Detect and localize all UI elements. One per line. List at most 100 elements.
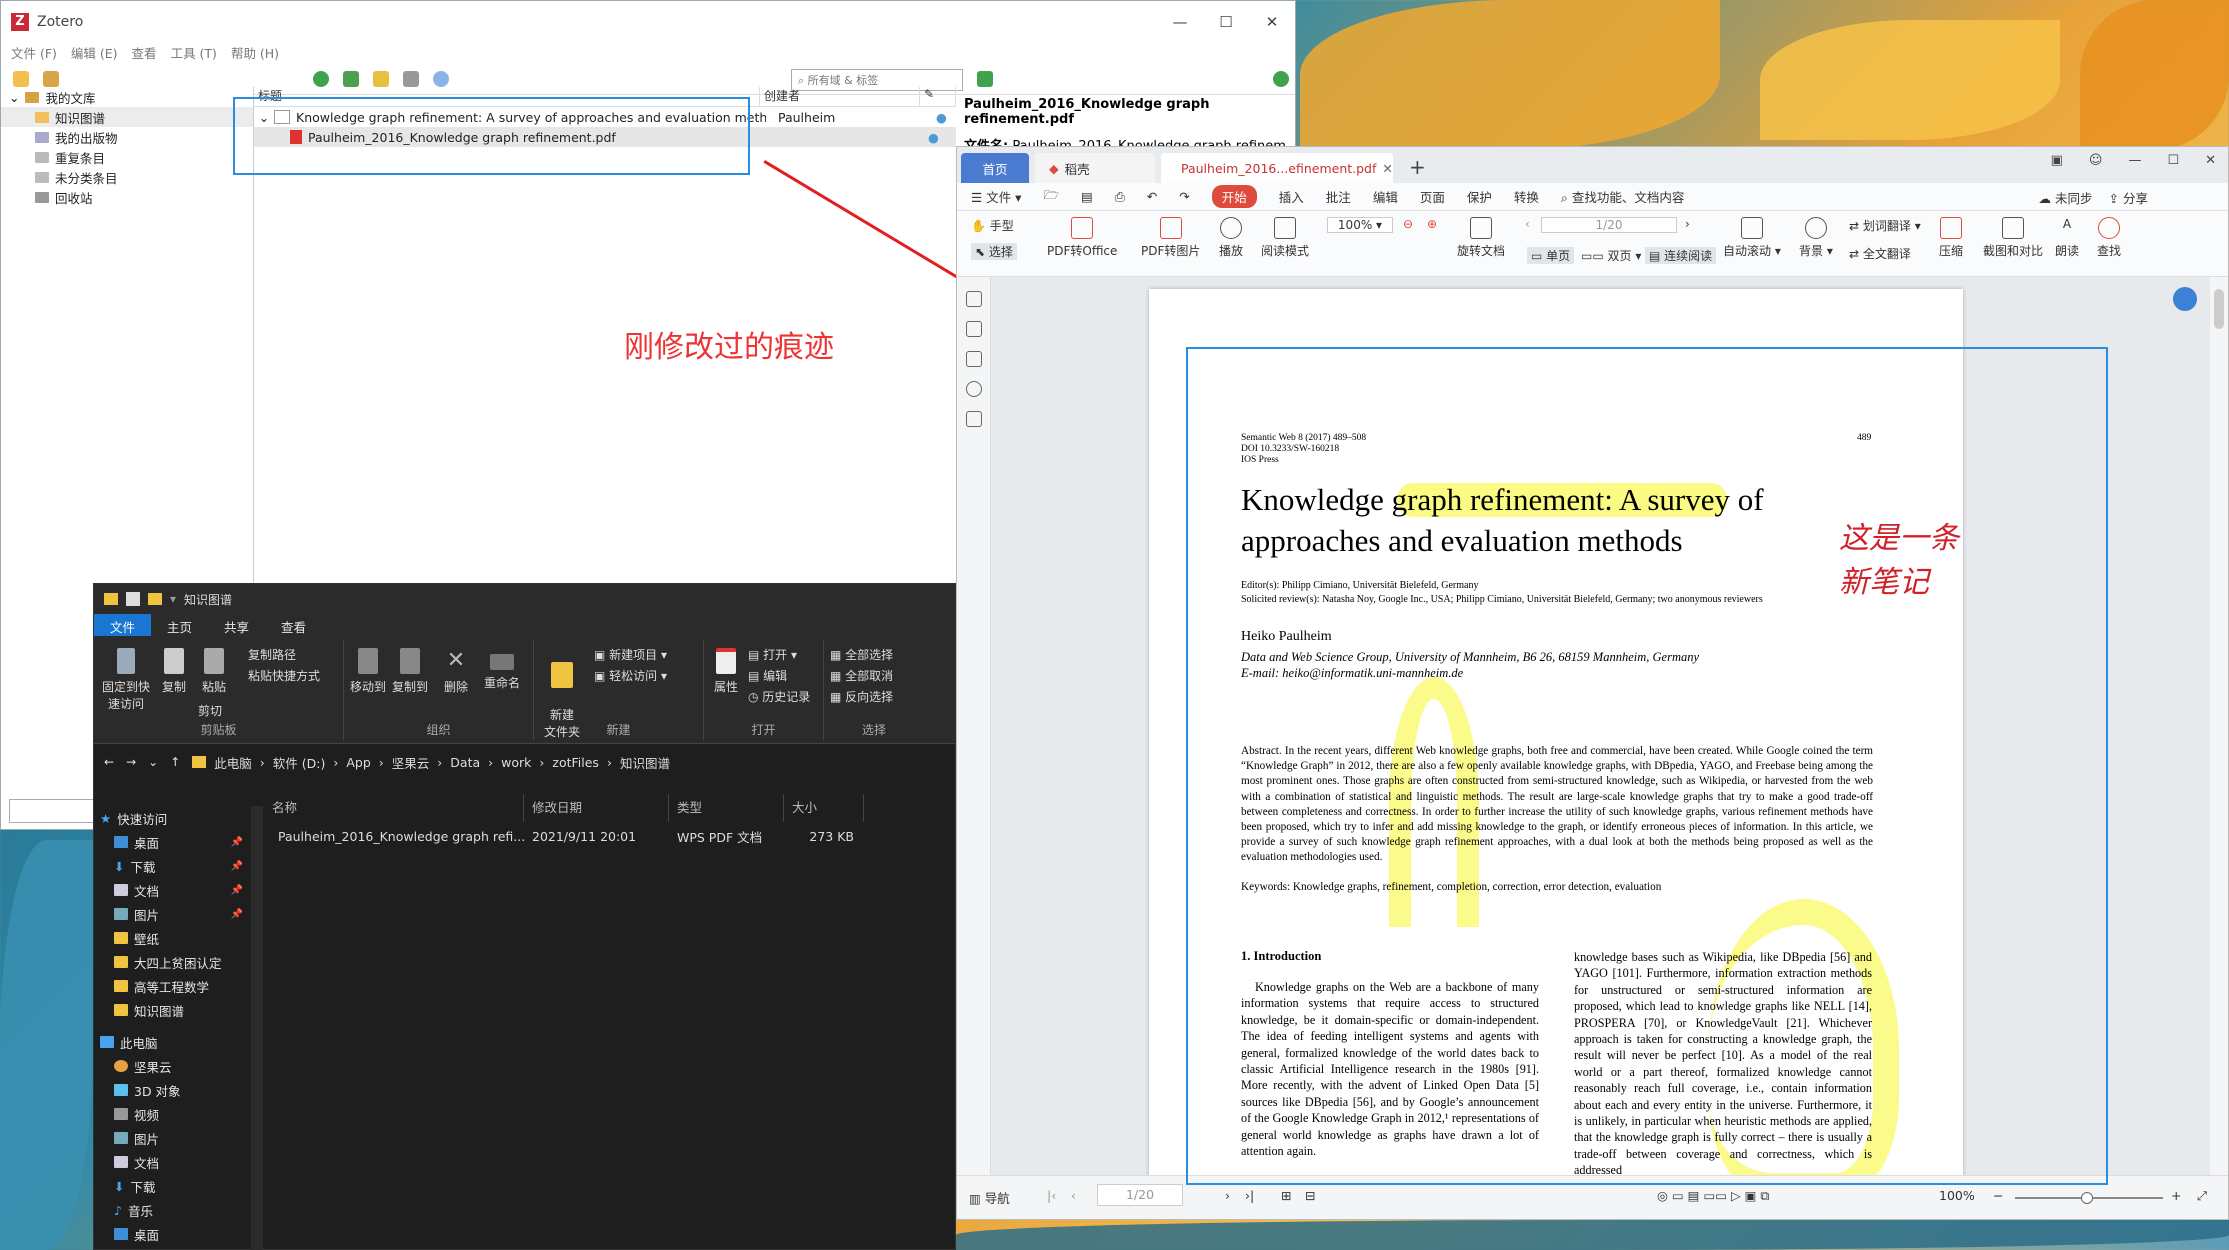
pin-quick-access-button[interactable]: 固定到快速访问 — [98, 648, 154, 712]
maximize-button[interactable]: ☐ — [1203, 1, 1249, 43]
thumbnail-icon[interactable] — [965, 321, 982, 337]
collection-my-publications[interactable]: 我的出版物 — [1, 127, 253, 147]
screenshot-button[interactable]: 截图和对比 — [1983, 217, 2043, 259]
breadcrumb-item[interactable]: work — [501, 755, 531, 770]
next-page-icon[interactable]: › — [1225, 1188, 1230, 1203]
tab-file[interactable]: 文件 — [94, 614, 152, 636]
tab-home[interactable]: 首页 — [961, 153, 1029, 183]
menu-convert[interactable]: 转换 — [1514, 187, 1539, 206]
read-mode-button[interactable]: 阅读模式 — [1261, 217, 1309, 259]
page-input[interactable]: 1/20 — [1541, 217, 1677, 233]
signature-icon[interactable] — [965, 411, 982, 427]
easy-access-button[interactable]: ▣ 轻松访问 ▾ — [594, 667, 667, 684]
new-tab-icon[interactable]: + — [1399, 155, 1426, 183]
read-aloud-button[interactable]: A 朗读 — [2055, 217, 2079, 259]
add-page-icon[interactable]: ⊞ — [1281, 1188, 1291, 1203]
close-button[interactable]: ✕ — [1249, 1, 1295, 43]
close-icon[interactable]: ✕ — [1382, 161, 1392, 176]
column-name[interactable]: 名称 — [264, 794, 524, 822]
new-folder-quick-icon[interactable] — [148, 593, 162, 605]
compress-button[interactable]: 压缩 — [1939, 217, 1963, 259]
view-mode-icons[interactable]: ◎ ▭ ▤ ▭▭ ▷ ▣ ⧉ — [1657, 1188, 1769, 1204]
nav-nutstore[interactable]: 坚果云 — [94, 1054, 251, 1078]
zoom-out-icon[interactable]: − — [1993, 1188, 2003, 1203]
remove-page-icon[interactable]: ⊟ — [1305, 1188, 1315, 1203]
menu-page[interactable]: 页面 — [1420, 187, 1445, 206]
cut-button[interactable]: 剪切 — [198, 702, 222, 719]
nav-math[interactable]: 高等工程数学 — [94, 974, 251, 998]
next-page-icon[interactable]: › — [1685, 217, 1690, 231]
menu-tools[interactable]: 工具 (T) — [171, 43, 217, 63]
menu-insert[interactable]: 插入 — [1279, 187, 1304, 206]
invert-selection-button[interactable]: ▦ 反向选择 — [830, 688, 893, 705]
account-icon[interactable]: ☺ — [2089, 153, 2103, 168]
column-size[interactable]: 大小 — [784, 794, 864, 822]
delete-button[interactable]: ✕ 删除 — [436, 648, 476, 695]
select-none-button[interactable]: ▦ 全部取消 — [830, 667, 893, 684]
breadcrumb-item[interactable]: zotFiles — [552, 755, 599, 770]
properties-button[interactable]: 属性 — [708, 648, 744, 695]
paste-shortcut-button[interactable]: 粘贴快捷方式 — [248, 667, 320, 684]
nav-desktop[interactable]: 桌面 📌 — [94, 830, 251, 854]
select-all-button[interactable]: ▦ 全部选择 — [830, 646, 893, 663]
nav-wallpaper[interactable]: 壁纸 — [94, 926, 251, 950]
breadcrumb-item[interactable]: Data — [450, 755, 480, 770]
minimize-button[interactable]: — — [1157, 1, 1203, 43]
background-button[interactable]: 背景 ▾ — [1799, 217, 1833, 259]
continuous-button[interactable]: ▤ 连续阅读 — [1645, 247, 1717, 264]
attachment-icon[interactable] — [965, 381, 982, 397]
menu-file[interactable]: ☰ 文件 ▾ — [971, 187, 1021, 206]
collection-duplicates[interactable]: 重复条目 — [1, 147, 253, 167]
share-button[interactable]: ⇪ 分享 — [2109, 188, 2148, 207]
save-icon[interactable]: ▤ — [1081, 189, 1093, 204]
tab-view[interactable]: 查看 — [265, 614, 322, 636]
close-button[interactable]: ✕ — [2205, 153, 2216, 168]
print-icon[interactable]: ⎙ — [1115, 189, 1125, 205]
nav-downloads-pc[interactable]: ⬇ 下载 — [94, 1174, 251, 1198]
double-page-button[interactable]: ▭▭ 双页 ▾ — [1581, 247, 1641, 264]
tab-home[interactable]: 主页 — [151, 614, 208, 636]
comment-icon[interactable] — [965, 351, 982, 367]
single-page-button[interactable]: ▭ 单页 — [1527, 247, 1575, 264]
nav-knowledge-graph[interactable]: 知识图谱 — [94, 998, 251, 1022]
breadcrumb-item[interactable]: App — [346, 755, 370, 770]
nav-music[interactable]: ♪ 音乐 — [94, 1198, 251, 1222]
sync-icon[interactable] — [1273, 71, 1289, 87]
file-row[interactable]: Paulheim_2016_Knowledge graph refi... 20… — [264, 822, 954, 850]
scroll-thumb[interactable] — [2214, 289, 2224, 329]
menu-start[interactable]: 开始 — [1211, 185, 1257, 208]
back-arrow-icon[interactable]: ← — [104, 755, 114, 769]
first-page-icon[interactable]: |‹ — [1047, 1188, 1056, 1203]
pdf-to-image-button[interactable]: PDF转图片 — [1141, 217, 1200, 259]
menu-view[interactable]: 查看 — [132, 43, 157, 63]
locate-icon[interactable] — [977, 71, 993, 87]
prev-page-icon[interactable]: ‹ — [1525, 217, 1530, 231]
copy-button[interactable]: 复制 — [154, 648, 194, 695]
select-tool-button[interactable]: ⬉ 选择 — [971, 243, 1017, 260]
rotate-button[interactable]: 旋转文档 — [1457, 217, 1505, 259]
feature-search[interactable]: ⌕ 查找功能、文档内容 — [1561, 187, 1685, 206]
new-item-icon[interactable] — [313, 70, 329, 87]
open-button[interactable]: ▤ 打开 ▾ — [748, 646, 797, 663]
zoom-select[interactable]: 100% ▾ — [1327, 217, 1393, 233]
fullscreen-icon[interactable]: ⤢ — [2197, 1188, 2207, 1204]
copy-to-button[interactable]: 复制到 — [390, 648, 430, 695]
properties-quick-icon[interactable] — [126, 592, 140, 606]
play-button[interactable]: 播放 — [1219, 217, 1243, 259]
redo-icon[interactable]: ↷ — [1179, 189, 1189, 204]
maximize-button[interactable]: ☐ — [2167, 153, 2179, 168]
new-collection-icon[interactable] — [13, 70, 29, 87]
find-button[interactable]: 查找 — [2097, 217, 2121, 259]
add-attachment-icon[interactable] — [403, 70, 419, 87]
nav-videos[interactable]: 视频 — [94, 1102, 251, 1126]
collection-unfiled[interactable]: 未分类条目 — [1, 167, 253, 187]
menu-edit[interactable]: 编辑 (E) — [71, 43, 118, 63]
chevron-down-icon[interactable]: ▾ — [170, 592, 176, 606]
minimize-button[interactable]: — — [2128, 153, 2141, 168]
vertical-scrollbar[interactable] — [2210, 277, 2228, 1177]
menu-help[interactable]: 帮助 (H) — [231, 43, 279, 63]
word-translate-button[interactable]: ⇄ 划词翻译 ▾ — [1849, 217, 1921, 234]
nav-documents[interactable]: 文档 📌 — [94, 878, 251, 902]
autoscroll-button[interactable]: 自动滚动 ▾ — [1723, 217, 1781, 259]
up-arrow-icon[interactable]: ↑ — [170, 755, 180, 769]
